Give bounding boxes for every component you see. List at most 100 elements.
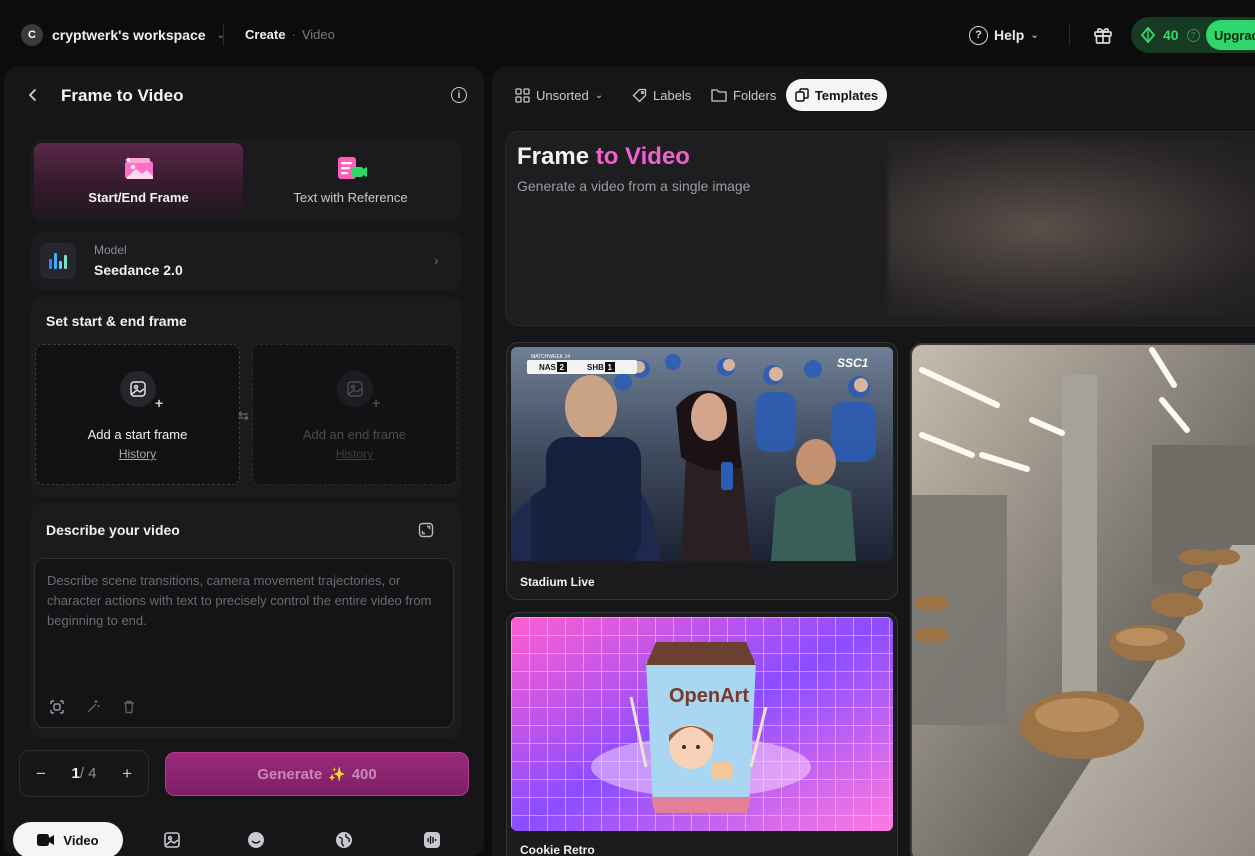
template-card-bakery[interactable] <box>910 343 1255 856</box>
chevron-down-icon: ⌄ <box>1030 29 1039 41</box>
workspace-name: cryptwerk's workspace <box>52 27 206 43</box>
end-frame-dropzone[interactable]: + Add an end frame History <box>252 344 457 485</box>
sort-dropdown[interactable]: Unsorted ⌄ <box>515 79 603 111</box>
breadcrumb-video: Video <box>301 27 335 42</box>
image-icon <box>164 832 180 848</box>
end-frame-history-link[interactable]: History <box>253 447 456 461</box>
template-title: Stadium Live <box>520 575 595 589</box>
image-stack-icon <box>124 157 153 179</box>
tab-avatar[interactable] <box>241 822 271 856</box>
prompt-placeholder: Describe scene transitions, camera movem… <box>47 573 432 628</box>
mode-start-end-frame[interactable]: Start/End Frame <box>34 143 243 217</box>
workspace-avatar: C <box>21 24 43 46</box>
decrement-button[interactable]: − <box>36 764 46 784</box>
templates-label: Templates <box>814 87 879 103</box>
magic-wand-icon[interactable] <box>85 699 101 715</box>
mode-selector: Start/End Frame Text with Reference <box>31 139 461 221</box>
breadcrumb-create[interactable]: Create <box>245 27 285 42</box>
hero-title: Frame to Video <box>517 143 690 170</box>
end-frame-label: Add an end frame <box>302 427 407 442</box>
tab-image[interactable] <box>157 822 187 856</box>
model-selector[interactable]: Model Seedance 2.0 › <box>31 232 461 290</box>
divider <box>1069 24 1070 46</box>
mode-text-with-reference[interactable]: Text with Reference <box>246 143 455 217</box>
section-title: Describe your video <box>46 522 180 538</box>
templates-button[interactable]: Templates <box>786 79 887 111</box>
prompt-textarea[interactable]: Describe scene transitions, camera movem… <box>34 558 454 728</box>
mode-label: Text with Reference <box>293 190 408 205</box>
image-icon <box>337 371 373 407</box>
generate-button[interactable]: Generate ✨ 400 <box>165 752 469 796</box>
svg-text:SHB: SHB <box>587 363 604 372</box>
bottom-tabs: Video <box>4 816 484 856</box>
gift-icon[interactable] <box>1092 24 1114 46</box>
diamond-icon <box>1141 27 1155 43</box>
chevron-right-icon: › <box>434 252 439 268</box>
template-card-cookie-retro[interactable]: OpenArt Cookie Retro <box>506 612 898 856</box>
labels-button[interactable]: Labels <box>632 79 691 111</box>
describe-section: Describe your video Describe scene trans… <box>31 503 461 738</box>
panel-header: Frame to Video i <box>4 67 484 123</box>
globe-icon <box>336 832 352 848</box>
chevron-down-icon: ⌄ <box>594 89 604 101</box>
hero-preview <box>888 138 1255 318</box>
workspace-switcher[interactable]: C cryptwerk's workspace ⌄ <box>21 24 225 46</box>
folders-label: Folders <box>733 87 777 103</box>
sparkle-icon: ✨ <box>328 765 346 782</box>
help-menu-button[interactable]: ? Help ⌄ <box>969 24 1039 46</box>
svg-text:2: 2 <box>560 363 565 372</box>
scan-icon[interactable] <box>49 699 65 715</box>
model-label: Model <box>94 243 127 257</box>
template-thumbnail: OpenArt <box>511 617 893 831</box>
expand-icon[interactable] <box>418 522 434 538</box>
svg-text:NAS: NAS <box>539 363 557 372</box>
breadcrumb: Create · Video <box>245 27 335 42</box>
increment-button[interactable]: + <box>122 764 132 784</box>
audio-wave-icon <box>424 832 440 848</box>
start-frame-label: Add a start frame <box>87 427 188 442</box>
settings-panel: Frame to Video i Start/End Frame Text wi… <box>4 67 484 856</box>
tab-video[interactable]: Video <box>13 822 123 856</box>
model-value: Seedance 2.0 <box>94 262 183 278</box>
upgrade-button[interactable]: Upgrade <box>1206 20 1255 50</box>
tag-icon <box>632 88 647 102</box>
folder-icon <box>711 89 727 102</box>
divider <box>223 24 224 46</box>
panel-title: Frame to Video <box>61 86 184 105</box>
breadcrumb-separator: · <box>291 27 296 42</box>
tab-video-label: Video <box>63 832 99 848</box>
quantity-value: 1/ 4 <box>71 765 97 782</box>
info-icon[interactable]: i <box>451 87 467 103</box>
svg-text:MATCHWEEK 24: MATCHWEEK 24 <box>531 354 570 360</box>
top-bar: C cryptwerk's workspace ⌄ Create · Video… <box>0 0 1255 68</box>
hero-subtitle: Generate a video from a single image <box>517 178 751 194</box>
hero-card[interactable]: Frame to Video Generate a video from a s… <box>505 131 1255 326</box>
template-title: Cookie Retro <box>520 843 595 856</box>
tab-explore[interactable] <box>329 822 359 856</box>
sort-label: Unsorted <box>536 87 589 103</box>
trash-icon[interactable] <box>121 699 137 715</box>
generate-cost: 400 <box>351 765 377 783</box>
plus-icon: + <box>372 395 381 411</box>
plus-icon: + <box>155 395 164 411</box>
folders-button[interactable]: Folders <box>711 79 776 111</box>
start-frame-history-link[interactable]: History <box>36 447 239 461</box>
template-card-stadium-live[interactable]: MATCHWEEK 24 NAS 2 SHB 1 SSC1 Stadium Li… <box>506 342 898 600</box>
svg-text:OpenArt: OpenArt <box>669 685 749 707</box>
image-icon <box>120 371 156 407</box>
start-frame-dropzone[interactable]: + Add a start frame History <box>35 344 240 485</box>
back-icon[interactable] <box>26 86 40 104</box>
template-gallery: Unsorted ⌄ Labels Folders Templates Fram… <box>492 67 1255 856</box>
svg-text:SSC1: SSC1 <box>837 356 869 370</box>
template-thumbnail <box>912 345 1255 856</box>
help-icon[interactable]: ? <box>1186 28 1200 42</box>
template-icon <box>795 88 809 102</box>
swap-icon[interactable]: ⇆ <box>238 408 249 424</box>
template-thumbnail: MATCHWEEK 24 NAS 2 SHB 1 SSC1 <box>511 347 893 561</box>
prompt-toolbar <box>49 699 137 715</box>
credits-count: 40 <box>1163 27 1179 43</box>
tab-audio[interactable] <box>417 822 447 856</box>
help-label: Help <box>994 27 1025 43</box>
text-reference-icon <box>337 157 367 179</box>
svg-text:1: 1 <box>608 363 613 372</box>
